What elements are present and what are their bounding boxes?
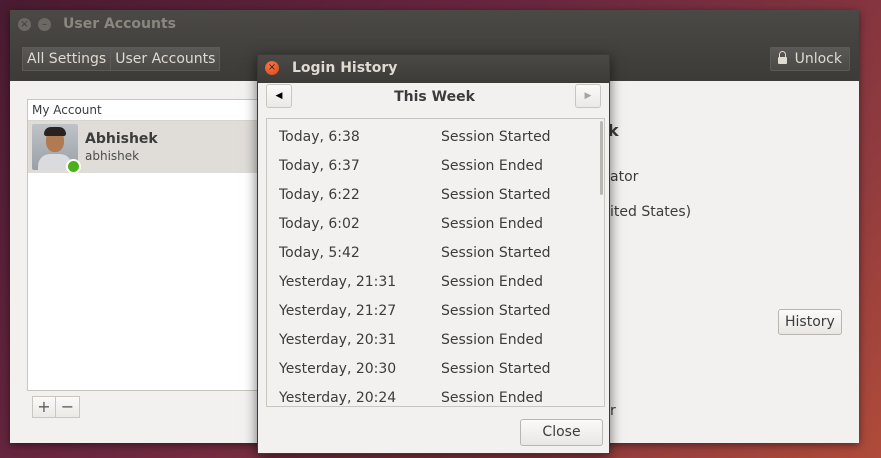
account-row-abhishek[interactable]: Abhishek abhishek (28, 121, 268, 174)
history-row: Yesterday, 20:31 Session Ended (267, 326, 593, 355)
window-title: User Accounts (63, 16, 176, 32)
history-row: Today, 6:02 Session Ended (267, 210, 593, 239)
history-time: Today, 6:38 (279, 129, 360, 145)
dialog-titlebar: × Login History (258, 55, 609, 83)
online-status-icon (66, 159, 81, 174)
account-list: My Account Abhishek abhishek (27, 99, 269, 391)
history-event: Session Started (441, 245, 551, 261)
dialog-close-icon[interactable]: × (265, 61, 279, 75)
breadcrumb-all-settings[interactable]: All Settings (22, 47, 112, 71)
account-type-fragment: ator (610, 169, 639, 185)
history-event: Session Started (441, 303, 551, 319)
unlock-button[interactable]: Unlock (769, 47, 850, 71)
lock-icon (777, 51, 787, 64)
history-event: Session Ended (441, 216, 543, 232)
history-row: Yesterday, 20:30 Session Started (267, 355, 593, 384)
history-time: Yesterday, 20:31 (279, 332, 397, 348)
list-scrollbar[interactable] (599, 119, 604, 406)
period-label: This Week (394, 89, 475, 105)
add-user-button[interactable]: + (32, 396, 56, 418)
history-time: Today, 6:37 (279, 158, 360, 174)
history-event: Session Ended (441, 390, 543, 406)
breadcrumb: All Settings User Accounts (22, 47, 221, 71)
window-close-icon[interactable]: × (18, 18, 31, 31)
arrow-right-icon: ▶ (584, 91, 592, 101)
history-row: Yesterday, 21:27 Session Started (267, 297, 593, 326)
history-row: Yesterday, 21:31 Session Ended (267, 268, 593, 297)
history-time: Yesterday, 21:31 (279, 274, 397, 290)
add-remove-toolbar: + − (32, 396, 80, 418)
window-minimize-icon[interactable]: – (38, 18, 51, 31)
bottom-fragment: r (610, 403, 616, 419)
login-history-dialog: × Login History ◀ This Week ▶ Today, 6:3… (257, 54, 610, 454)
history-time: Today, 6:02 (279, 216, 360, 232)
account-list-header: My Account (28, 100, 268, 121)
next-week-button[interactable]: ▶ (575, 84, 601, 108)
scrollbar-thumb[interactable] (600, 121, 603, 195)
remove-user-button[interactable]: − (56, 396, 80, 418)
history-row: Today, 6:37 Session Ended (267, 152, 593, 181)
history-time: Today, 5:42 (279, 245, 360, 261)
user-full-name: Abhishek (85, 131, 158, 147)
history-event: Session Started (441, 129, 551, 145)
history-event: Session Started (441, 187, 551, 203)
history-row: Yesterday, 20:24 Session Ended (267, 384, 593, 406)
history-row: Today, 6:38 Session Started (267, 123, 593, 152)
history-time: Yesterday, 21:27 (279, 303, 397, 319)
close-button[interactable]: Close (520, 419, 603, 446)
user-login-name: abhishek (85, 149, 140, 163)
unlock-label: Unlock (794, 51, 842, 67)
history-event: Session Ended (441, 274, 543, 290)
history-button[interactable]: History (778, 309, 842, 335)
history-event: Session Started (441, 361, 551, 377)
history-event: Session Ended (441, 332, 543, 348)
breadcrumb-user-accounts[interactable]: User Accounts (111, 47, 221, 71)
language-fragment: ited States) (610, 204, 692, 220)
history-row: Today, 5:42 Session Started (267, 239, 593, 268)
dialog-title: Login History (292, 60, 398, 76)
login-history-list[interactable]: Today, 6:38 Session Started Today, 6:37 Se… (266, 118, 605, 407)
history-row: Today, 6:22 Session Started (267, 181, 593, 210)
history-event: Session Ended (441, 158, 543, 174)
history-time: Yesterday, 20:30 (279, 361, 397, 377)
history-time: Yesterday, 20:24 (279, 390, 397, 406)
history-time: Today, 6:22 (279, 187, 360, 203)
